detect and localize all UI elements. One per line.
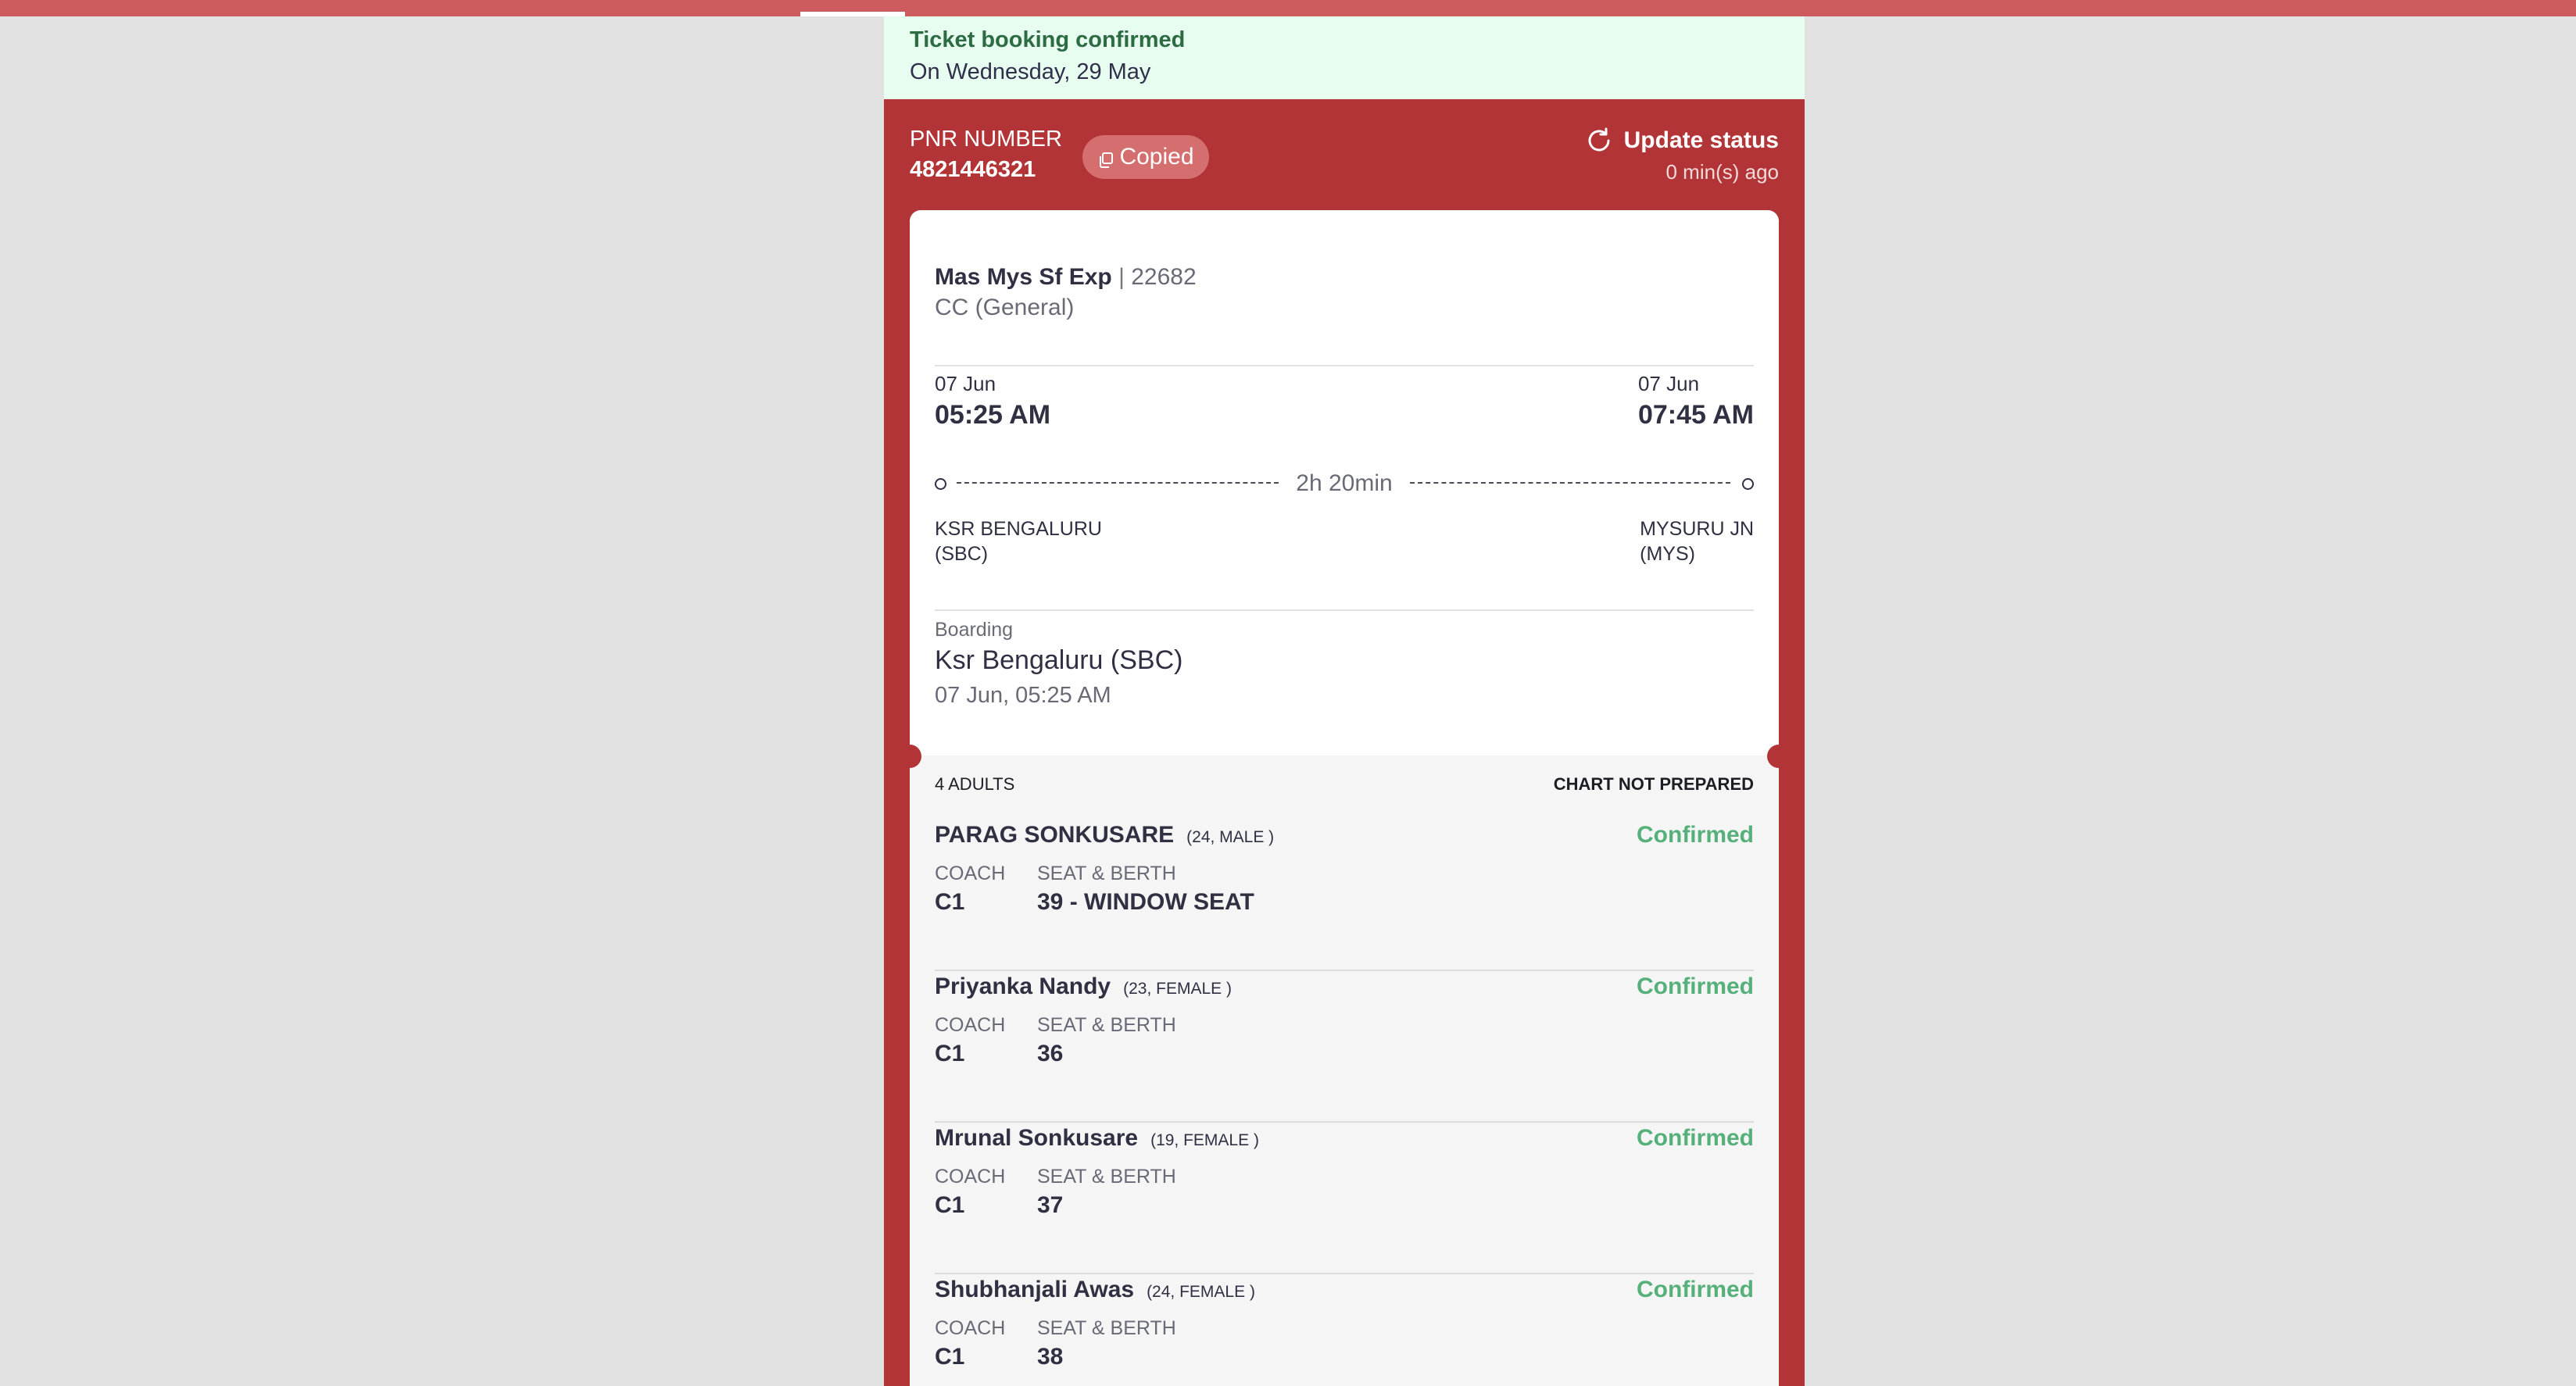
seat-field: SEAT & BERTH 38 bbox=[1037, 1315, 1176, 1373]
passenger-age-gender: (23, FEMALE ) bbox=[1123, 980, 1232, 998]
destination-dot bbox=[1742, 478, 1754, 490]
arrival-time-block: 07 Jun 07:45 AM bbox=[1638, 370, 1754, 433]
ticket-notch-right bbox=[1767, 745, 1791, 768]
boarding-datetime: 07 Jun, 05:25 AM bbox=[935, 683, 1111, 708]
copy-pnr-button[interactable]: Copied bbox=[1082, 135, 1209, 179]
banner-title: Ticket booking confirmed bbox=[910, 27, 1186, 52]
seat-label: SEAT & BERTH bbox=[1037, 1317, 1176, 1339]
passenger-row: Mrunal Sonkusare (19, FEMALE ) Confirmed… bbox=[935, 1123, 1754, 1274]
train-name: Mas Mys Sf Exp bbox=[935, 264, 1112, 290]
chart-status: CHART NOT PREPARED bbox=[1553, 774, 1754, 794]
arrival-date: 07 Jun bbox=[1637, 372, 1700, 395]
coach-field: COACH C1 bbox=[935, 860, 1005, 918]
seat-label: SEAT & BERTH bbox=[1037, 863, 1176, 884]
coach-label: COACH bbox=[935, 1317, 1006, 1339]
passenger-age-gender: (19, FEMALE ) bbox=[1150, 1131, 1259, 1149]
seat-value: 38 bbox=[1037, 1344, 1064, 1370]
destination-station-name: MYSURU JN bbox=[1640, 518, 1754, 540]
pnr-block: PNR NUMBER 4821446321 bbox=[910, 125, 1062, 186]
passenger-status: Confirmed bbox=[1637, 1125, 1754, 1151]
seat-field: SEAT & BERTH 37 bbox=[1037, 1163, 1176, 1221]
coach-label: COACH bbox=[935, 863, 1006, 884]
seat-value: 37 bbox=[1037, 1192, 1064, 1218]
boarding-station: Ksr Bengaluru (SBC) bbox=[935, 645, 1183, 675]
seat-label: SEAT & BERTH bbox=[1037, 1014, 1176, 1036]
update-status[interactable]: Update status 0 min(s) ago bbox=[1585, 125, 1779, 188]
journey-duration: 2h 20min bbox=[935, 468, 1754, 499]
coach-field: COACH C1 bbox=[935, 1012, 1005, 1070]
passenger-status: Confirmed bbox=[1637, 973, 1754, 999]
passenger-name: Mrunal Sonkusare bbox=[935, 1125, 1139, 1151]
departure-time-block: 07 Jun 05:25 AM bbox=[935, 370, 1050, 433]
divider bbox=[935, 365, 1754, 366]
passenger-age-gender: (24, FEMALE ) bbox=[1147, 1283, 1255, 1301]
coach-field: COACH C1 bbox=[935, 1163, 1005, 1221]
seat-field: SEAT & BERTH 36 bbox=[1037, 1012, 1176, 1070]
origin-station-name: KSR BENGALURU bbox=[935, 518, 1102, 540]
passenger-status: Confirmed bbox=[1637, 1277, 1754, 1302]
confirmation-banner: Ticket booking confirmed On Wednesday, 2… bbox=[884, 16, 1805, 99]
departure-time: 05:25 AM bbox=[935, 400, 1051, 430]
passenger-row: Priyanka Nandy (23, FEMALE ) Confirmed C… bbox=[935, 971, 1754, 1123]
passenger-row: Shubhanjali Awas (24, FEMALE ) Confirmed… bbox=[935, 1274, 1754, 1386]
ticket-panel: Ticket booking confirmed On Wednesday, 2… bbox=[884, 16, 1805, 1386]
train-class: CC (General) bbox=[935, 295, 1075, 320]
update-time: 0 min(s) ago bbox=[1665, 160, 1780, 184]
journey-line: 2h 20min bbox=[935, 468, 1754, 499]
departure-date: 07 Jun bbox=[935, 372, 996, 395]
coach-value: C1 bbox=[935, 1041, 965, 1066]
coach-label: COACH bbox=[935, 1014, 1006, 1036]
banner-subtitle: On Wednesday, 29 May bbox=[910, 59, 1151, 84]
coach-value: C1 bbox=[935, 889, 965, 915]
coach-value: C1 bbox=[935, 1192, 965, 1218]
destination-station: MYSURU JN (MYS) bbox=[1640, 516, 1754, 566]
passenger-header: 4 ADULTS CHART NOT PREPARED bbox=[935, 774, 1754, 795]
pnr-label: PNR NUMBER bbox=[910, 127, 1062, 152]
ticket-notch-left bbox=[898, 745, 921, 768]
passenger-count: 4 ADULTS bbox=[935, 774, 1015, 794]
coach-field: COACH C1 bbox=[935, 1315, 1005, 1373]
train-number: 22682 bbox=[1131, 264, 1197, 290]
passenger-section: 4 ADULTS CHART NOT PREPARED PARAG SONKUS… bbox=[910, 756, 1779, 1386]
origin-station-code: (SBC) bbox=[935, 543, 989, 565]
ticket-card: Mas Mys Sf Exp | 22682 CC (General) 07 J… bbox=[910, 210, 1779, 1386]
copy-chip-label: Copied bbox=[1119, 144, 1194, 170]
passenger-row: PARAG SONKUSARE (24, MALE ) Confirmed CO… bbox=[935, 820, 1754, 971]
top-bar bbox=[0, 0, 2576, 16]
passenger-age-gender: (24, MALE ) bbox=[1186, 828, 1275, 846]
divider bbox=[935, 609, 1754, 611]
passenger-name: Shubhanjali Awas bbox=[935, 1277, 1135, 1302]
pnr-number: 4821446321 bbox=[910, 157, 1036, 182]
destination-station-code: (MYS) bbox=[1640, 543, 1695, 565]
passenger-name: PARAG SONKUSARE bbox=[935, 822, 1175, 848]
refresh-icon bbox=[1585, 127, 1613, 155]
seat-value: 36 bbox=[1037, 1041, 1064, 1066]
seat-value: 39 - WINDOW SEAT bbox=[1037, 889, 1254, 915]
passenger-name: Priyanka Nandy bbox=[935, 973, 1111, 999]
coach-value: C1 bbox=[935, 1344, 965, 1370]
update-status-label: Update status bbox=[1623, 127, 1779, 153]
dash-right bbox=[1410, 482, 1730, 484]
train-title: Mas Mys Sf Exp | 22682 bbox=[935, 262, 1197, 293]
coach-label: COACH bbox=[935, 1166, 1006, 1188]
arrival-time: 07:45 AM bbox=[1637, 400, 1754, 430]
train-separator: | bbox=[1118, 264, 1125, 290]
passenger-status: Confirmed bbox=[1637, 822, 1754, 848]
copy-icon bbox=[1097, 148, 1114, 168]
origin-station: KSR BENGALURU (SBC) bbox=[935, 516, 1102, 566]
boarding-label: Boarding bbox=[935, 619, 1014, 641]
seat-label: SEAT & BERTH bbox=[1037, 1166, 1176, 1188]
seat-field: SEAT & BERTH 39 - WINDOW SEAT bbox=[1037, 860, 1254, 918]
